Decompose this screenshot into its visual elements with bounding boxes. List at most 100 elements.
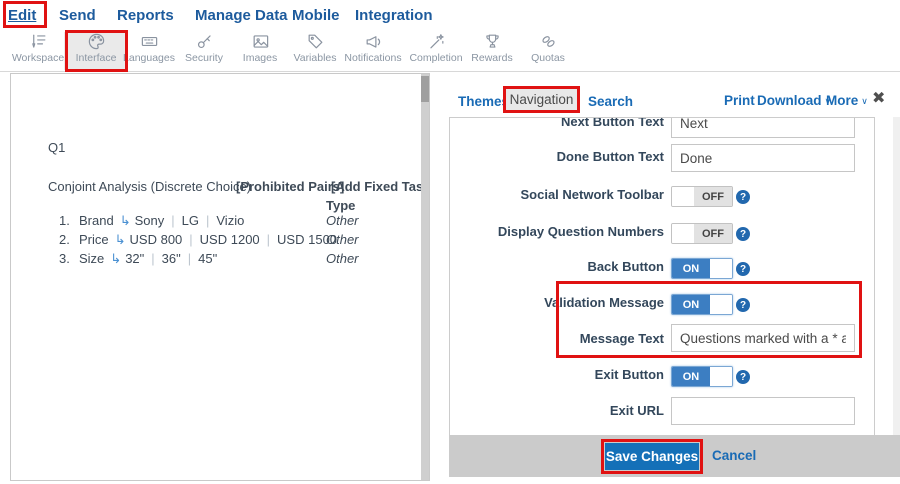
nav-item-send[interactable]: Send: [59, 7, 96, 24]
field-label-next-button-text: Next Button Text: [454, 117, 664, 129]
nav-item-mobile[interactable]: Mobile: [292, 7, 340, 24]
attribute-level: USD 1200: [200, 232, 260, 247]
row-number: 3.: [59, 251, 79, 266]
top-navigation: Edit Send Reports Manage DataMobile Integrat…: [0, 0, 900, 30]
help-icon[interactable]: ?: [736, 370, 750, 384]
field-label-display-question-numbers: Display Question Numbers: [454, 224, 664, 239]
level-separator: |: [151, 251, 154, 266]
toolbar-item-rewards[interactable]: Rewards: [460, 32, 524, 70]
toolbar-item-label: Interface: [76, 52, 117, 64]
nav-item-edit[interactable]: Edit: [8, 7, 36, 24]
tab-themes[interactable]: Themes: [458, 94, 509, 109]
toggle-state-label: OFF: [694, 224, 732, 243]
notifications-icon: [364, 32, 383, 51]
toolbar-item-completion[interactable]: Completion: [404, 32, 468, 70]
attribute-level: Vizio: [216, 213, 244, 228]
toolbar-item-label: Variables: [294, 52, 337, 64]
attribute-name: Price: [79, 232, 109, 247]
branch-arrow-icon: ↳: [115, 233, 126, 248]
level-separator: |: [188, 251, 191, 266]
close-icon[interactable]: ✖: [872, 88, 885, 107]
toggle-social-network-toolbar[interactable]: OFF: [671, 186, 733, 207]
left-panel-scrollbar-thumb[interactable]: [421, 76, 429, 102]
images-icon: [251, 32, 270, 51]
completion-icon: [427, 32, 446, 51]
toggle-state-label: ON: [672, 259, 710, 278]
print-link[interactable]: Print: [724, 93, 755, 108]
toolbar-item-quotas[interactable]: Quotas: [516, 32, 580, 70]
save-changes-button[interactable]: Save Changes: [605, 443, 699, 470]
more-label: More: [826, 93, 858, 108]
toolbar-item-notifications[interactable]: Notifications: [341, 32, 405, 70]
question-title-row: Conjoint Analysis (Discrete Choice) [Pro…: [48, 179, 251, 194]
toolbar-item-workspace[interactable]: Workspace: [6, 32, 70, 70]
level-separator: |: [189, 232, 192, 247]
input-done-button-text[interactable]: [671, 144, 855, 172]
row-type-value: Other: [326, 232, 359, 247]
attribute-level: 45": [198, 251, 217, 266]
attribute-name: Size: [79, 251, 104, 266]
toolbar-item-variables[interactable]: Variables: [283, 32, 347, 70]
attribute-row: 1.Brand↳Sony|LG|Vizio: [59, 213, 244, 229]
branch-arrow-icon: ↳: [120, 214, 131, 229]
rewards-icon: [483, 32, 502, 51]
toolbar-item-label: Workspace: [12, 52, 64, 64]
security-icon: [195, 32, 214, 51]
download-label: Download: [757, 93, 822, 108]
more-link[interactable]: More∨: [826, 93, 868, 108]
cancel-link[interactable]: Cancel: [712, 448, 756, 463]
settings-scrollbar[interactable]: [893, 117, 900, 435]
toggle-state-label: ON: [672, 367, 710, 386]
row-number: 2.: [59, 232, 79, 247]
help-icon[interactable]: ?: [736, 190, 750, 204]
toggle-exit-button[interactable]: ON: [671, 366, 733, 387]
toolbar-item-label: Completion: [409, 52, 462, 64]
tab-navigation[interactable]: Navigation: [503, 86, 580, 113]
toolbar-item-label: Images: [243, 52, 277, 64]
toggle-knob: [710, 295, 732, 314]
field-label-back-button: Back Button: [454, 259, 664, 274]
help-icon[interactable]: ?: [736, 298, 750, 312]
field-label-validation-message: Validation Message: [454, 295, 664, 310]
attribute-row: 2.Price↳USD 800|USD 1200|USD 1500: [59, 232, 337, 248]
add-fixed-tasks-link[interactable]: [Add Fixed Tasks: [331, 179, 430, 194]
level-separator: |: [267, 232, 270, 247]
toolbar-item-security[interactable]: Security: [172, 32, 236, 70]
download-link[interactable]: Download∨: [757, 93, 831, 108]
input-next-button-text[interactable]: [671, 117, 855, 138]
row-type-value: Other: [326, 251, 359, 266]
attribute-level: LG: [182, 213, 199, 228]
toggle-validation-message[interactable]: ON: [671, 294, 733, 315]
navigation-settings-form: Next Button TextDone Button TextSocial N…: [449, 117, 875, 435]
toggle-knob: [710, 259, 732, 278]
nav-item-reports[interactable]: Reports: [117, 7, 174, 24]
question-title: Conjoint Analysis (Discrete Choice): [48, 179, 251, 194]
nav-item-integration[interactable]: Integration: [355, 7, 433, 24]
toolbar-item-label: Security: [185, 52, 223, 64]
toggle-back-button[interactable]: ON: [671, 258, 733, 279]
attribute-level: 32": [125, 251, 144, 266]
toolbar-item-label: Quotas: [531, 52, 565, 64]
languages-icon: [140, 32, 159, 51]
help-icon[interactable]: ?: [736, 227, 750, 241]
interface-icon: [87, 32, 106, 51]
toolbar-item-label: Rewards: [471, 52, 512, 64]
settings-footer: Save Changes Cancel: [449, 435, 900, 477]
level-separator: |: [206, 213, 209, 228]
toggle-display-question-numbers[interactable]: OFF: [671, 223, 733, 244]
survey-preview-panel: Q1 Conjoint Analysis (Discrete Choice) […: [10, 73, 430, 481]
input-message-text[interactable]: [671, 324, 855, 352]
prohibited-pairs-link[interactable]: [Prohibited Pairs]: [236, 179, 344, 194]
tab-search[interactable]: Search: [588, 94, 633, 109]
field-label-exit-url: Exit URL: [454, 403, 664, 418]
toggle-knob: [672, 187, 694, 206]
input-exit-url[interactable]: [671, 397, 855, 425]
field-label-exit-button: Exit Button: [454, 367, 664, 382]
help-icon[interactable]: ?: [736, 262, 750, 276]
field-label-message-text: Message Text: [454, 331, 664, 346]
field-label-done-button-text: Done Button Text: [454, 149, 664, 164]
left-panel-scrollbar[interactable]: [421, 74, 429, 480]
nav-item-manage-data[interactable]: Manage Data: [195, 7, 288, 24]
level-separator: |: [171, 213, 174, 228]
row-type-value: Other: [326, 213, 359, 228]
